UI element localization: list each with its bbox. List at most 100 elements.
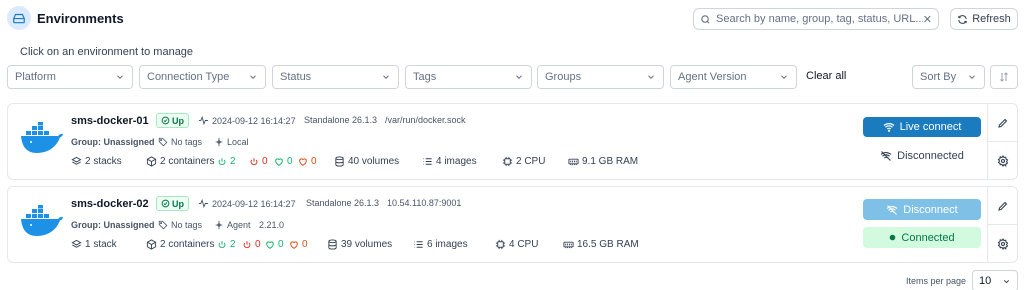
connection-icon [214, 220, 224, 230]
chevron-down-icon [381, 72, 391, 82]
environment-url: /var/run/docker.sock [385, 115, 466, 125]
connection-status: Disconnected [863, 147, 981, 165]
sort-by-select[interactable]: Sort By [912, 65, 985, 89]
layers-icon [71, 156, 82, 167]
refresh-label: Refresh [972, 13, 1011, 25]
stopped-count: 0 [242, 239, 261, 250]
environment-card[interactable]: sms-docker-02 Up 2024-09-12 16:14:27 Sta… [7, 186, 1018, 263]
clear-all-button[interactable]: Clear all [806, 70, 846, 82]
chevron-down-icon [514, 72, 524, 82]
connection-type-filter[interactable]: Connection Type [139, 65, 266, 89]
page-subtitle: Click on an environment to manage [20, 46, 194, 58]
agent-version-filter[interactable]: Agent Version [670, 65, 797, 89]
items-per-page-value: 10 [979, 275, 992, 287]
agent-version-filter-label: Agent Version [678, 71, 747, 83]
last-check-time: 2024-09-12 16:14:27 [198, 198, 296, 209]
environment-url: 10.54.110.87:9001 [387, 198, 462, 208]
environment-group: Group: Unassigned [71, 220, 155, 230]
images-count: 6 images [413, 239, 468, 250]
volumes-count: 40 volumes [334, 156, 399, 167]
status-filter[interactable]: Status [272, 65, 399, 89]
environment-group: Group: Unassigned [71, 137, 155, 147]
ram-label: 9.1 GB RAM [582, 156, 639, 167]
connection-type: Agent [214, 220, 251, 230]
cube-icon [146, 156, 157, 167]
cpu-label: 2 CPU [516, 156, 546, 167]
cube-icon [146, 239, 157, 250]
unhealthy-count: 0 [298, 156, 317, 167]
tags-label: No tags [171, 137, 203, 147]
card-actions [987, 187, 1018, 263]
power-icon [217, 240, 227, 250]
group-label: Group: Unassigned [71, 137, 155, 147]
live-connect-button[interactable]: Live connect [863, 117, 981, 137]
engine-info: Standalone 26.1.3 [306, 198, 380, 208]
status-badge: Up [156, 113, 189, 128]
healthy-count: 0 [265, 239, 284, 250]
heartbeat-icon [198, 115, 209, 126]
chevron-down-icon [967, 72, 977, 82]
refresh-button[interactable]: Refresh [950, 8, 1018, 30]
environment-card[interactable]: sms-docker-01 Up 2024-09-12 16:14:27 Sta… [7, 103, 1018, 180]
images-label: 4 images [436, 156, 477, 167]
docker-logo-icon [20, 122, 64, 156]
chevron-down-icon [115, 72, 125, 82]
environments-icon [7, 6, 31, 30]
environment-tags: No tags [158, 220, 202, 230]
power-off-icon [249, 157, 259, 167]
environment-name[interactable]: sms-docker-02 [71, 198, 149, 210]
live-connect-label: Live connect [899, 121, 962, 133]
sort-order-button[interactable] [990, 65, 1018, 89]
database-icon [327, 239, 338, 250]
unhealthy-value: 0 [311, 156, 317, 167]
page-title: Environments [37, 11, 124, 26]
settings-button[interactable] [988, 225, 1018, 263]
edit-button[interactable] [988, 104, 1018, 142]
cpu-count: 4 CPU [495, 239, 538, 250]
heart-icon [289, 240, 299, 250]
environment-tags: No tags [158, 137, 202, 147]
gear-icon [997, 155, 1009, 167]
status-badge: Up [156, 196, 189, 211]
stacks-count: 2 stacks [71, 156, 122, 167]
platform-filter-label: Platform [15, 71, 56, 83]
groups-filter[interactable]: Groups [537, 65, 664, 89]
connection-icon [214, 137, 224, 147]
status-filter-label: Status [280, 71, 312, 83]
last-check-time: 2024-09-12 16:14:27 [198, 115, 296, 126]
platform-filter[interactable]: Platform [7, 65, 133, 89]
disconnect-button[interactable]: Disconnect [863, 199, 981, 220]
stacks-label: 1 stack [85, 239, 117, 250]
search-box[interactable]: ✕ [693, 8, 939, 30]
healthy-value: 0 [278, 239, 284, 250]
cpu-count: 2 CPU [502, 156, 545, 167]
healthy-count: 0 [274, 156, 293, 167]
connected-status: Connected [863, 227, 981, 248]
cpu-icon [502, 156, 513, 167]
clear-search-icon[interactable]: ✕ [923, 13, 932, 26]
search-input[interactable] [716, 13, 923, 25]
chevron-down-icon [779, 72, 789, 82]
settings-button[interactable] [988, 142, 1018, 180]
unhealthy-value: 0 [302, 239, 308, 250]
edit-button[interactable] [988, 187, 1018, 225]
heart-icon [274, 157, 284, 167]
volumes-label: 39 volumes [341, 239, 393, 250]
agent-version: 2.21.0 [259, 220, 285, 230]
stopped-value: 0 [262, 156, 268, 167]
timestamp: 2024-09-12 16:14:27 [212, 198, 296, 209]
tags-label: No tags [171, 220, 203, 230]
memory-icon [568, 156, 579, 167]
items-per-page-select[interactable]: 10 [972, 270, 1018, 290]
items-per-page-label: Items per page [906, 276, 967, 286]
tags-filter[interactable]: Tags [405, 65, 532, 89]
heart-icon [265, 240, 275, 250]
card-actions [987, 104, 1018, 180]
tag-icon [158, 137, 168, 147]
status-badge-label: Up [172, 115, 184, 126]
environment-name[interactable]: sms-docker-01 [71, 115, 149, 127]
memory-icon [563, 239, 574, 250]
connection-label: Local [227, 137, 249, 147]
sort-by-label: Sort By [920, 71, 957, 83]
status-dot-icon [889, 234, 896, 241]
